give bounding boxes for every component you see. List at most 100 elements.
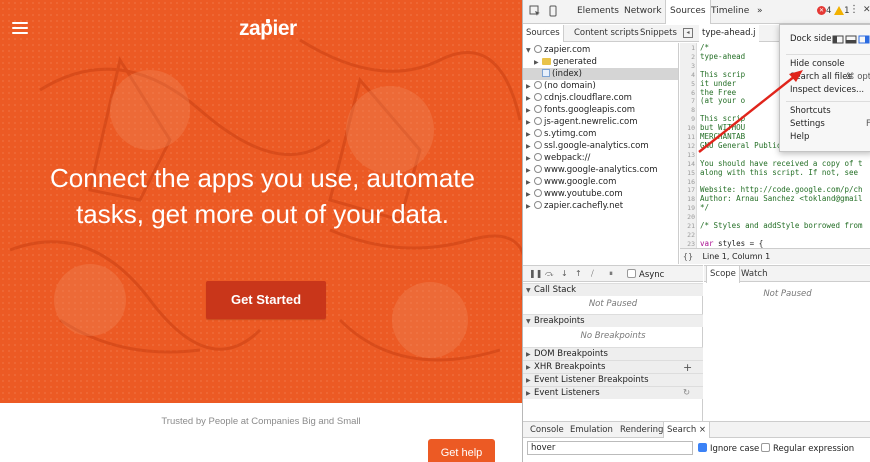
tab-more[interactable]: » [753,0,767,23]
line-number[interactable]: 12 [680,142,695,150]
line-number[interactable]: 4 [680,71,695,79]
line-number[interactable]: 3 [680,62,695,70]
get-help-button[interactable]: Get help [428,439,495,462]
code-line: along with this script. If not, see [700,167,859,177]
tree-item[interactable]: ▶ zapier.cachefly.net [526,200,623,212]
dom-breakpoints-header[interactable]: ▶ DOM Breakpoints [523,347,703,360]
line-number[interactable]: 5 [680,80,695,88]
step-over-icon[interactable]: ⤼ [545,269,554,279]
line-number[interactable]: 11 [680,133,695,141]
tab-watch[interactable]: Watch [738,266,770,283]
line-number[interactable]: 9 [680,115,695,123]
menu-icon[interactable] [12,22,28,35]
dock-side-icons[interactable] [832,35,870,44]
tree-item[interactable]: ▶ ssl.google-analytics.com [526,140,649,152]
line-number[interactable]: 13 [680,151,695,159]
ignore-case-option[interactable]: Ignore case [698,443,759,454]
menu-item-help[interactable]: Help [780,131,870,144]
line-number[interactable]: 2 [680,53,695,61]
line-number[interactable]: 16 [680,178,695,186]
pause-icon[interactable]: ❚❚ [529,269,542,278]
error-counter[interactable]: ✕ 4 1 [817,6,850,16]
error-icon: ✕ [817,6,826,15]
tree-item[interactable]: ▶ www.google-analytics.com [526,164,657,176]
menu-item-search-all-files[interactable]: Search all files ⌘ opt [780,71,870,84]
subtab-sources[interactable]: Sources [523,25,564,42]
code-line: You should have received a copy of t [700,158,863,168]
menu-item-settings[interactable]: Settings F [780,118,870,131]
folder-icon [542,58,551,65]
line-number[interactable]: 7 [680,97,695,105]
tab-scope[interactable]: Scope [706,266,740,283]
menu-item-shortcuts[interactable]: Shortcuts [780,105,870,118]
close-tab-icon[interactable]: × [699,425,706,435]
async-toggle[interactable]: Async [627,269,664,280]
tab-elements[interactable]: Elements [573,0,623,23]
globe-icon [534,81,542,89]
line-number[interactable]: 14 [680,160,695,168]
event-listeners-header[interactable]: ▶ Event Listeners ↻ [523,386,703,399]
xhr-breakpoints-label: XHR Breakpoints [534,362,606,372]
tab-emulation[interactable]: Emulation [567,422,616,439]
regex-checkbox[interactable] [761,443,770,452]
kebab-menu-icon[interactable]: ⋮ [849,4,859,15]
line-number[interactable]: 22 [680,231,695,239]
get-started-button[interactable]: Get Started [206,281,326,319]
line-number[interactable]: 17 [680,186,695,194]
tab-rendering[interactable]: Rendering [617,422,666,439]
pause-on-exceptions-icon[interactable]: ⏸ [609,269,613,279]
line-number[interactable]: 18 [680,195,695,203]
subtab-content-scripts[interactable]: Content scripts [571,25,642,42]
tab-console[interactable]: Console [527,422,567,439]
tree-item-selected[interactable]: (index) [523,68,678,80]
line-number[interactable]: 21 [680,222,695,230]
line-number[interactable]: 19 [680,204,695,212]
tab-network[interactable]: Network [620,0,666,23]
line-number[interactable]: 15 [680,169,695,177]
inspect-element-icon[interactable] [529,5,541,17]
step-out-icon[interactable]: ↑ [575,269,582,278]
search-shortcut: ⌘ opt [846,72,870,82]
search-input[interactable]: hover [527,441,693,455]
ignore-case-checkbox[interactable] [698,443,707,452]
tab-timeline[interactable]: Timeline [707,0,753,23]
line-number[interactable]: 20 [680,213,695,221]
tree-item[interactable]: ▶ (no domain) [526,80,596,92]
tree-item[interactable]: ▶ js-agent.newrelic.com [526,116,637,128]
line-number[interactable]: 10 [680,124,695,132]
event-listener-breakpoints-header[interactable]: ▶ Event Listener Breakpoints [523,373,703,386]
tree-item[interactable]: ▶ webpack:// [526,152,590,164]
async-checkbox[interactable] [627,269,636,278]
tree-item[interactable]: ▶ www.youtube.com [526,188,623,200]
error-count: 4 [826,6,832,16]
breakpoints-header[interactable]: ▼ Breakpoints [523,314,703,327]
breakpoints-label: Breakpoints [534,316,585,326]
step-into-icon[interactable]: ↓ [561,269,568,278]
deactivate-breakpoints-icon[interactable]: ⧸ [591,269,594,279]
tree-item[interactable]: ▶ fonts.googleapis.com [526,104,635,116]
tree-item[interactable]: ▼ zapier.com [526,44,590,56]
close-devtools-icon[interactable]: ✕ [863,5,870,15]
zapier-logo[interactable]: zapier [239,17,297,41]
call-stack-header[interactable]: ▼ Call Stack [523,283,703,296]
line-number[interactable]: 23 [680,240,695,248]
toggle-navigator-icon[interactable]: ◂ [683,28,693,38]
tree-item[interactable]: ▶ www.google.com [526,176,616,188]
line-number[interactable]: 8 [680,106,695,114]
open-file-tab[interactable]: type-ahead.j [699,25,759,42]
regex-option[interactable]: Regular expression [761,443,854,454]
line-number[interactable]: 6 [680,89,695,97]
menu-item-hide-console[interactable]: Hide console [780,58,870,71]
tree-item[interactable]: ▶ generated [534,56,597,68]
line-number[interactable]: 1 [680,44,695,52]
tree-item[interactable]: ▶ cdnjs.cloudflare.com [526,92,632,104]
pretty-print-icon[interactable]: {} [680,249,696,264]
tab-sources[interactable]: Sources [665,0,711,24]
tab-search[interactable]: Search × [663,422,711,439]
subtab-snippets[interactable]: Snippets [637,25,680,42]
xhr-breakpoints-header[interactable]: ▶ XHR Breakpoints + [523,360,703,374]
tree-item[interactable]: ▶ s.ytimg.com [526,128,596,140]
device-mode-icon[interactable] [547,5,559,17]
menu-item-inspect-devices[interactable]: Inspect devices... [780,84,870,97]
refresh-icon[interactable]: ↻ [683,387,690,400]
